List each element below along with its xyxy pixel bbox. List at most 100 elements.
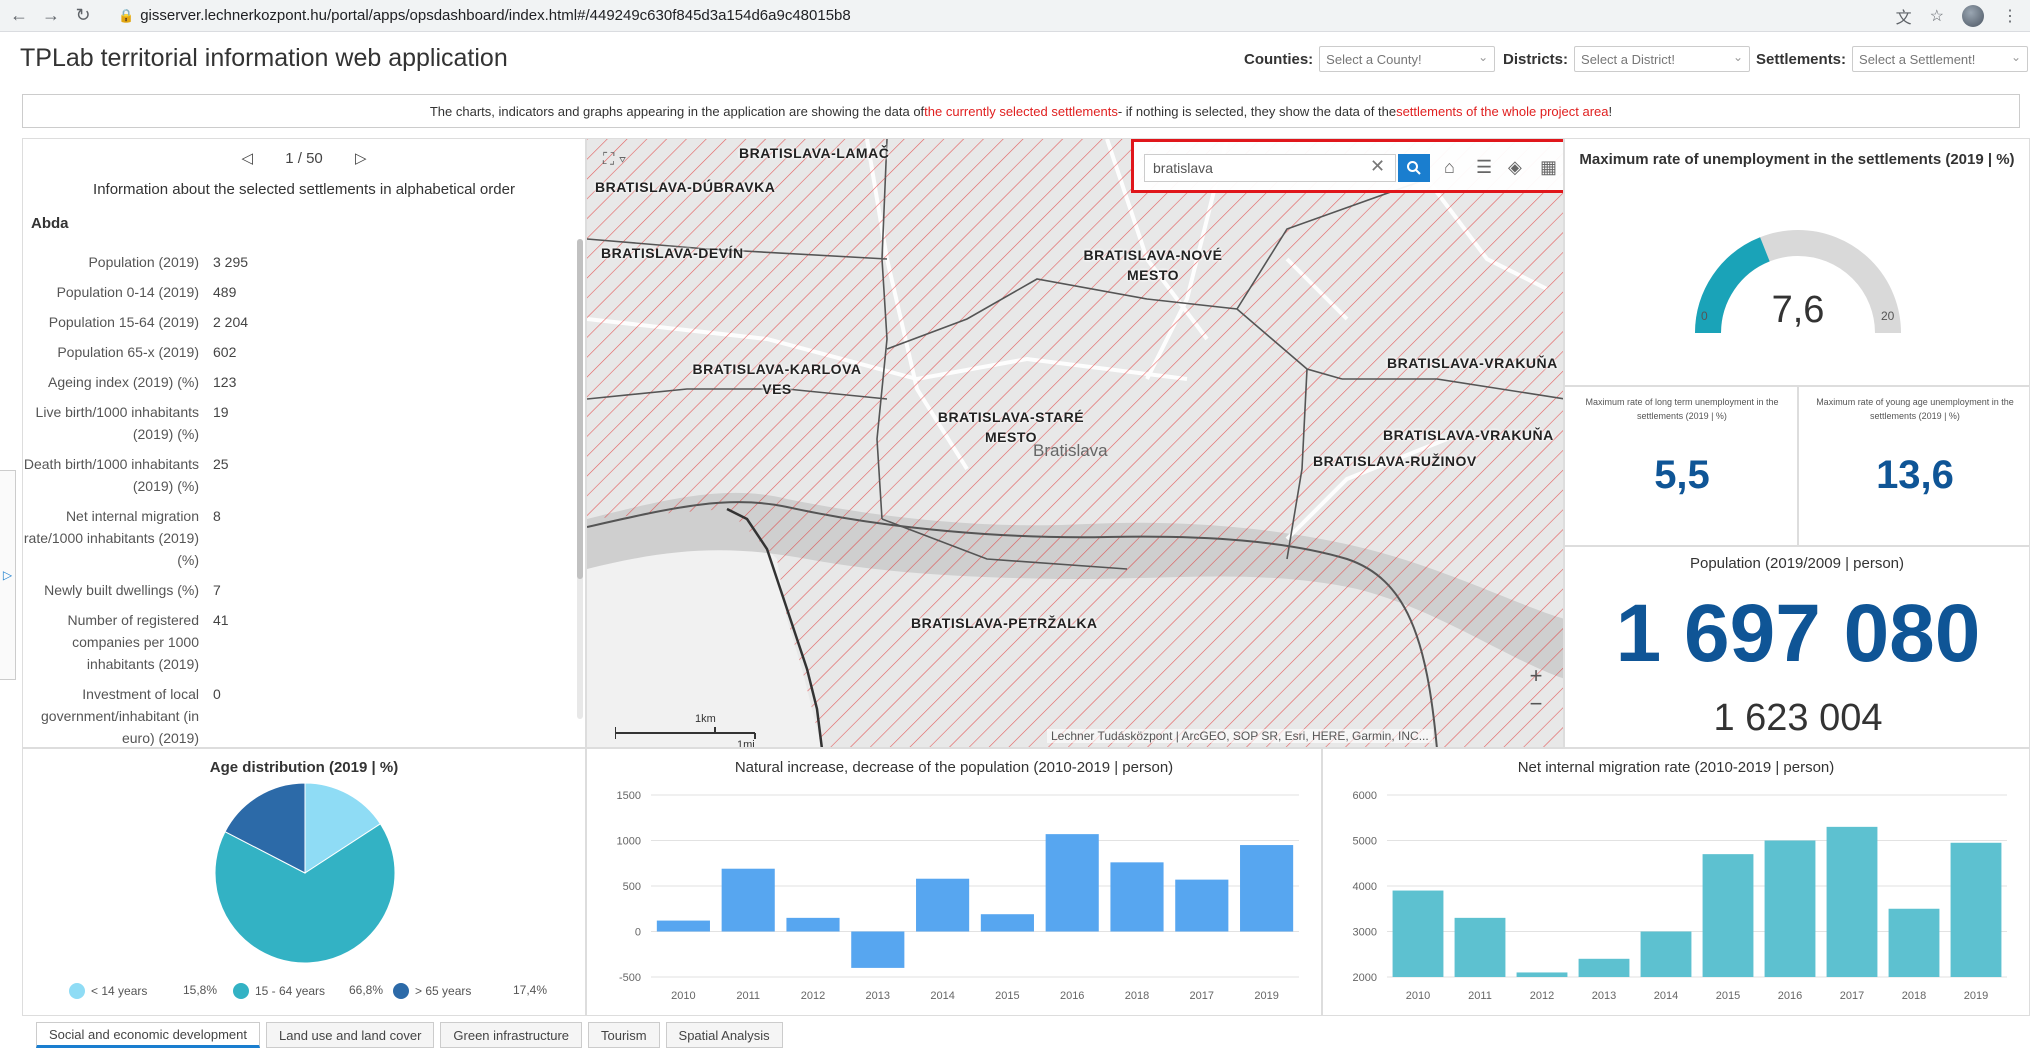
info-value: 123 <box>213 374 237 390</box>
map-canvas[interactable]: BRATISLAVA-LAMAČ BRATISLAVA-DÚBRAVKA BRA… <box>587 139 1563 747</box>
natural-increase-panel: Natural increase, decrease of the popula… <box>586 748 1322 1016</box>
legend-dot <box>393 983 409 999</box>
y-tick-label: -500 <box>619 972 641 984</box>
info-key: Number of registered companies per 1000 … <box>67 612 199 672</box>
bar <box>1392 890 1444 977</box>
info-value: 3 295 <box>213 254 249 270</box>
bar <box>980 914 1034 932</box>
info-key: Net internal migration rate/1000 inhabit… <box>23 508 199 568</box>
previous-icon[interactable]: ◁ <box>242 150 254 167</box>
home-icon[interactable]: ⌂ <box>1444 157 1455 178</box>
chevron-down-icon: ⌄ <box>2010 50 2022 64</box>
list-scrollbar[interactable] <box>577 239 583 719</box>
y-tick-label: 4000 <box>1353 881 1377 893</box>
back-icon[interactable]: ← <box>6 3 32 29</box>
legend-label: > 65 years <box>415 984 472 998</box>
tab-social-economic[interactable]: Social and economic development <box>36 1022 261 1048</box>
scrollbar-thumb[interactable] <box>577 239 583 579</box>
info-key: Population 0-14 (2019) <box>56 284 199 300</box>
layers-icon[interactable]: ◈ <box>1508 157 1522 178</box>
x-tick-label: 2017 <box>1190 990 1214 1002</box>
menu-dots-icon[interactable]: ⋮ <box>2002 6 2018 26</box>
tab-tourism[interactable]: Tourism <box>588 1022 660 1048</box>
x-tick-label: 2018 <box>1125 990 1149 1002</box>
gauge-value: 7,6 <box>1771 289 1825 331</box>
info-key: Ageing index (2019) (%) <box>48 374 199 390</box>
county-select[interactable]: Select a County! ⌄ <box>1319 46 1496 72</box>
tab-land-use[interactable]: Land use and land cover <box>266 1022 435 1048</box>
next-icon[interactable]: ▷ <box>355 150 367 167</box>
address-bar[interactable]: gisserver.lechnerkozpont.hu/portal/apps/… <box>140 7 851 24</box>
x-tick-label: 2015 <box>995 990 1019 1002</box>
side-panel-toggle[interactable]: ▷ <box>0 470 16 680</box>
info-row: Population 65-x (2019) 602 <box>23 341 583 363</box>
legend-list-icon[interactable]: ☰ <box>1476 157 1492 178</box>
bookmark-star-icon[interactable]: ☆ <box>1930 6 1944 26</box>
tab-spatial-analysis[interactable]: Spatial Analysis <box>665 1022 783 1048</box>
info-key: Population 15-64 (2019) <box>48 314 199 330</box>
bar <box>916 878 970 932</box>
x-tick-label: 2017 <box>1840 990 1864 1002</box>
population-title: Population (2019/2009 | person) <box>1689 555 1905 572</box>
translate-icon[interactable]: 文 <box>1896 4 1912 28</box>
district-select[interactable]: Select a District! ⌄ <box>1574 46 1751 72</box>
reload-icon[interactable]: ↻ <box>70 3 96 29</box>
natural-increase-title: Natural increase, decrease of the popula… <box>734 759 1174 776</box>
select-tool-icon[interactable]: ⛶ ▿ <box>603 151 626 169</box>
net-migration-panel: Net internal migration rate (2010-2019 |… <box>1322 748 2030 1016</box>
legend-dot <box>233 983 249 999</box>
age-distribution-panel: Age distribution (2019 | %) < 14 years 1… <box>22 748 586 1016</box>
info-key: Population 65-x (2019) <box>57 344 199 360</box>
population-value: 1 697 080 <box>1615 588 1981 679</box>
chevron-down-icon: ⌄ <box>1732 50 1744 64</box>
info-row: Population 0-14 (2019) 489 <box>23 281 583 303</box>
unemployment-gauge-panel: Maximum rate of unemployment in the sett… <box>1564 138 2030 386</box>
search-button[interactable] <box>1398 154 1430 182</box>
bar <box>1045 834 1099 932</box>
long-term-value: 5,5 <box>1654 453 1710 497</box>
settlement-placeholder: Select a Settlement! <box>1859 51 1976 67</box>
zoom-in-button[interactable]: + <box>1523 663 1549 689</box>
bar <box>1764 840 1816 977</box>
young-age-title: Maximum rate of young age unemployment i… <box>1816 397 2014 421</box>
age-chart-title: Age distribution (2019 | %) <box>209 759 399 776</box>
info-value: 8 <box>213 508 221 524</box>
bar <box>1950 842 2002 977</box>
y-tick-label: 1000 <box>617 836 641 848</box>
settlement-select[interactable]: Select a Settlement! ⌄ <box>1852 46 2029 72</box>
x-tick-label: 2013 <box>1592 990 1616 1002</box>
search-icon <box>1407 161 1421 175</box>
map-view[interactable]: BRATISLAVA-LAMAČ BRATISLAVA-DÚBRAVKA BRA… <box>586 138 1564 748</box>
y-tick-label: 6000 <box>1353 790 1377 802</box>
lock-icon[interactable]: 🔒 <box>118 8 134 24</box>
x-tick-label: 2019 <box>1964 990 1988 1002</box>
x-tick-label: 2012 <box>801 990 825 1002</box>
tab-green-infrastructure[interactable]: Green infrastructure <box>440 1022 583 1048</box>
zoom-out-button[interactable]: − <box>1523 691 1549 717</box>
info-key: Newly built dwellings (%) <box>44 582 199 598</box>
population-panel: Population (2019/2009 | person) 1 697 08… <box>1564 546 2030 748</box>
map-label-ruzinov: BRATISLAVA-RUŽINOV <box>1313 453 1477 469</box>
notice-text-2: - if nothing is selected, they show the … <box>1117 103 1397 119</box>
map-search-input[interactable] <box>1144 154 1396 182</box>
bar <box>1888 908 1940 977</box>
info-value: 25 <box>213 456 229 472</box>
scale-km: 1km <box>695 713 716 725</box>
app-title: TPLab territorial information web applic… <box>20 44 508 72</box>
x-tick-label: 2011 <box>1468 990 1492 1002</box>
page-indicator: 1 / 50 <box>285 150 323 167</box>
app-header: TPLab territorial information web applic… <box>0 32 2030 84</box>
profile-avatar[interactable] <box>1962 5 1984 27</box>
y-tick-label: 0 <box>635 927 641 939</box>
basemap-gallery-icon[interactable]: ▦ <box>1540 157 1557 178</box>
clear-icon[interactable]: ✕ <box>1370 156 1385 177</box>
notice-highlight-2: settlements of the whole project area <box>1396 103 1609 119</box>
map-label-vrakuna: BRATISLAVA-VRAKUŇA <box>1383 427 1554 443</box>
info-value: 0 <box>213 686 221 702</box>
natural-increase-chart: -500 0 500 1000 1500 2010 2011 2012 2013 2014 2015… <box>617 790 1299 1002</box>
notice-highlight-1: the currently selected settlements <box>924 103 1118 119</box>
info-row: Live birth/1000 inhabitants (2019) (%) 19 <box>23 401 583 445</box>
bar <box>1454 917 1506 977</box>
legend-item: < 14 years <box>69 983 147 999</box>
forward-icon[interactable]: → <box>38 3 64 29</box>
